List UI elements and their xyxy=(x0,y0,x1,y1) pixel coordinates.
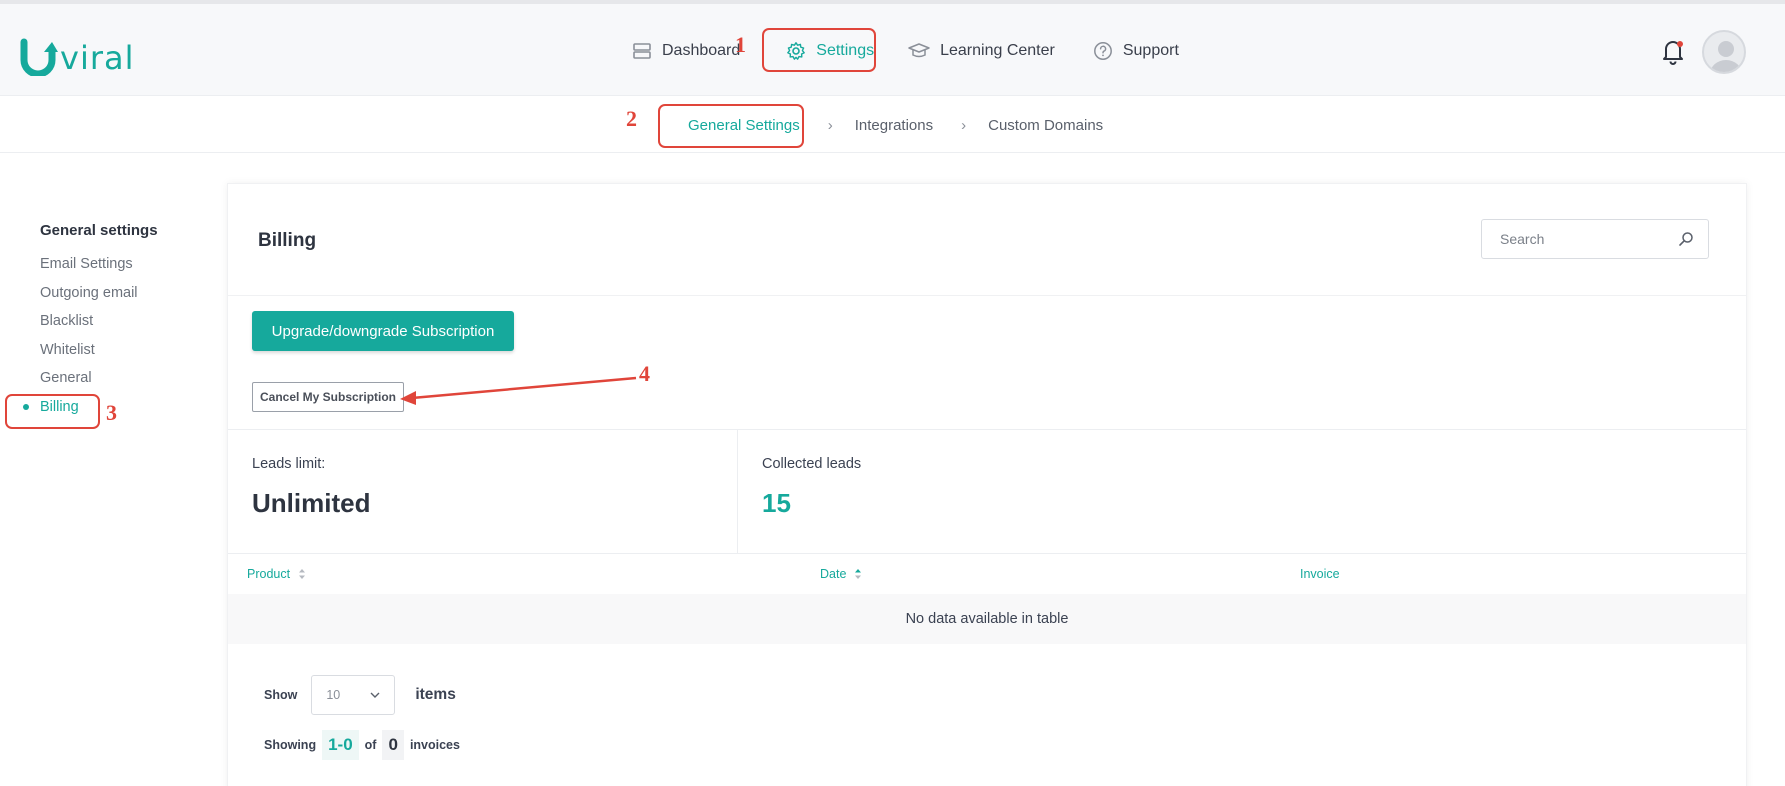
invoices-label: invoices xyxy=(409,738,460,752)
nav-support-label: Support xyxy=(1122,42,1179,59)
chevron-down-icon xyxy=(370,692,380,698)
sidebar-item-general[interactable]: General xyxy=(40,367,210,396)
nav-dashboard[interactable]: Dashboard xyxy=(620,28,752,74)
sort-ascending-icon xyxy=(855,569,862,579)
billing-header: Billing xyxy=(228,184,1746,296)
logo-text: viral xyxy=(60,39,135,77)
collected-leads-value: 15 xyxy=(762,488,791,518)
search-box xyxy=(1481,219,1709,259)
logo-mark-icon xyxy=(20,38,58,76)
upviral-logo[interactable]: viral xyxy=(20,32,134,76)
dashboard-icon xyxy=(633,43,651,59)
sidebar-title: General settings xyxy=(40,222,158,239)
sidebar-item-blacklist[interactable]: Blacklist xyxy=(40,310,210,339)
subnav-custom-domains[interactable]: Custom Domains xyxy=(966,117,1131,134)
user-silhouette-icon xyxy=(1710,41,1742,72)
table-empty-message: No data available in table xyxy=(228,594,1746,644)
page-size-value: 10 xyxy=(326,688,341,702)
invoice-table-header: Product Date Invoice xyxy=(228,554,1746,594)
leads-limit-panel: Leads limit: Unlimited xyxy=(228,430,738,554)
main-nav: Dashboard Settings Learning Center Suppo… xyxy=(620,28,1191,74)
subnav-integrations[interactable]: Integrations xyxy=(833,117,961,134)
annotation-box-settings xyxy=(762,28,876,72)
settings-subnav: General Settings › Integrations › Custom… xyxy=(0,97,1785,153)
column-product-label: Product xyxy=(247,567,291,581)
graduation-cap-icon xyxy=(908,43,930,58)
column-header-product[interactable]: Product xyxy=(247,567,306,581)
nav-learning-center[interactable]: Learning Center xyxy=(896,28,1067,74)
billing-actions: Upgrade/downgrade Subscription Cancel My… xyxy=(228,296,1746,430)
upgrade-subscription-button[interactable]: Upgrade/downgrade Subscription xyxy=(252,311,514,351)
nav-support[interactable]: Support xyxy=(1081,28,1191,74)
column-invoice-label: Invoice xyxy=(1300,567,1340,581)
total-count: 0 xyxy=(382,730,404,760)
show-label: Show xyxy=(264,688,298,702)
sort-icon xyxy=(299,569,306,579)
help-circle-icon xyxy=(1093,42,1112,60)
annotation-number-3: 3 xyxy=(106,400,117,425)
collected-leads-panel: Collected leads 15 xyxy=(738,430,1748,554)
search-input[interactable] xyxy=(1500,231,1670,247)
column-header-date[interactable]: Date xyxy=(820,567,862,581)
user-avatar[interactable] xyxy=(1702,30,1746,74)
top-bar: viral Dashboard Settings Learning Center… xyxy=(0,4,1785,96)
bell-icon xyxy=(1663,41,1683,65)
annotation-box-general-settings xyxy=(658,104,804,148)
sidebar-item-email-settings[interactable]: Email Settings xyxy=(40,253,210,282)
showing-range: 1-0 xyxy=(322,730,359,760)
sidebar-item-whitelist[interactable]: Whitelist xyxy=(40,339,210,368)
of-label: of xyxy=(364,738,377,752)
annotation-number-4: 4 xyxy=(639,361,650,386)
leads-limit-label: Leads limit: xyxy=(252,456,326,472)
cancel-subscription-button[interactable]: Cancel My Subscription xyxy=(252,382,404,412)
leads-limit-value: Unlimited xyxy=(252,488,371,518)
annotation-number-1: 1 xyxy=(735,32,746,57)
page-size-row: Show 10 items xyxy=(264,675,456,715)
nav-dashboard-label: Dashboard xyxy=(662,42,741,59)
items-label: items xyxy=(415,686,456,703)
sidebar-item-outgoing-email[interactable]: Outgoing email xyxy=(40,282,210,311)
annotation-box-billing xyxy=(5,394,100,429)
nav-learning-center-label: Learning Center xyxy=(940,42,1055,59)
search-icon[interactable] xyxy=(1678,231,1694,247)
annotation-number-2: 2 xyxy=(626,106,637,131)
column-date-label: Date xyxy=(820,567,847,581)
showing-label: Showing xyxy=(264,738,317,752)
lead-stats: Leads limit: Unlimited Collected leads 1… xyxy=(228,430,1746,554)
column-header-invoice[interactable]: Invoice xyxy=(1300,567,1340,581)
showing-row: Showing 1-0 of 0 invoices xyxy=(264,730,460,760)
page-size-select[interactable]: 10 xyxy=(311,675,396,715)
collected-leads-label: Collected leads xyxy=(762,456,862,472)
page-title: Billing xyxy=(258,230,317,251)
notifications-button[interactable] xyxy=(1660,38,1686,66)
billing-card: Billing Upgrade/downgrade Subscription C… xyxy=(227,183,1747,786)
